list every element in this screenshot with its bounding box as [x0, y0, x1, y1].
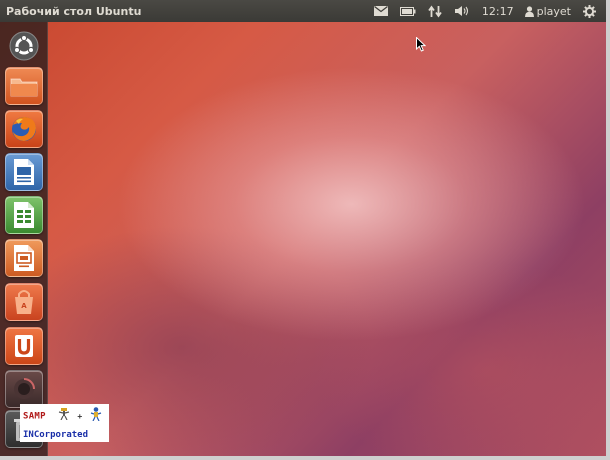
- top-panel: Рабочий стол Ubuntu 12:17 playet: [0, 0, 606, 22]
- watermark-figure-icon: [58, 408, 70, 424]
- home-folder-icon[interactable]: [5, 67, 43, 105]
- desktop-wallpaper[interactable]: [0, 22, 606, 456]
- libreoffice-calc-icon[interactable]: [5, 196, 43, 234]
- window-title: Рабочий стол Ubuntu: [6, 4, 142, 18]
- libreoffice-writer-icon[interactable]: [5, 153, 43, 191]
- watermark-logo: SAMP + INCorporated: [20, 404, 109, 442]
- firefox-icon[interactable]: [5, 110, 43, 148]
- mouse-pointer-icon: [416, 36, 427, 56]
- mail-icon[interactable]: [368, 0, 394, 22]
- ubuntu-one-icon[interactable]: [5, 327, 43, 365]
- clock[interactable]: 12:17: [475, 0, 521, 22]
- user-menu[interactable]: playet: [521, 0, 577, 22]
- battery-icon[interactable]: [394, 0, 422, 22]
- user-icon: [524, 5, 534, 17]
- network-icon[interactable]: [422, 0, 448, 22]
- dash-home-icon[interactable]: [5, 27, 43, 65]
- dark-app-icon[interactable]: [5, 370, 43, 408]
- indicator-area: 12:17 playet: [368, 0, 606, 22]
- svg-text:A: A: [21, 302, 27, 310]
- watermark-plus: +: [77, 411, 83, 421]
- screen-frame: Рабочий стол Ubuntu 12:17 playet A SAMP …: [0, 0, 610, 460]
- user-name: playet: [536, 4, 571, 18]
- launcher: A: [0, 22, 48, 456]
- libreoffice-impress-icon[interactable]: [5, 239, 43, 277]
- power-gear-icon[interactable]: [577, 0, 602, 22]
- volume-icon[interactable]: [448, 0, 475, 22]
- watermark-figure2-icon: [90, 407, 102, 425]
- software-center-icon[interactable]: A: [5, 283, 43, 321]
- watermark-line1: SAMP +: [23, 407, 107, 425]
- watermark-line2: INCorporated: [23, 430, 89, 440]
